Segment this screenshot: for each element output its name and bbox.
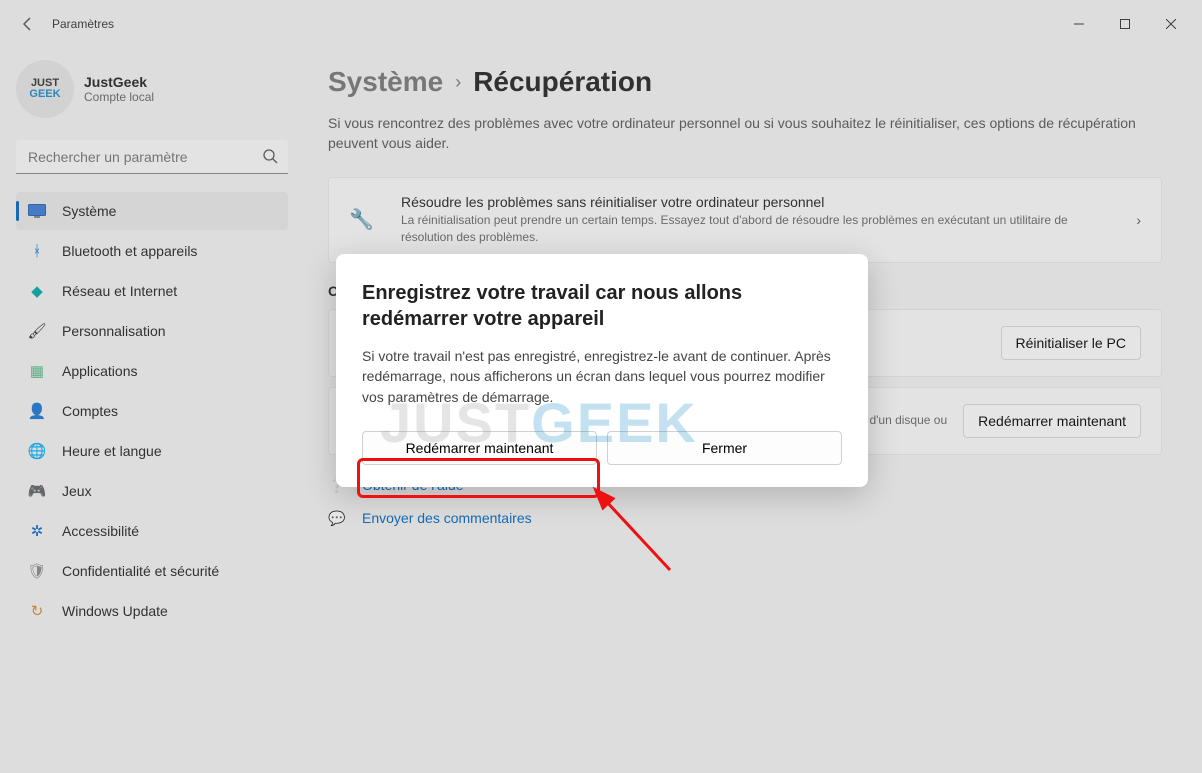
dialog-body: Si votre travail n'est pas enregistré, e…	[362, 346, 842, 407]
dialog-close-button[interactable]: Fermer	[607, 431, 842, 465]
dialog-title: Enregistrez votre travail car nous allon…	[362, 280, 842, 332]
dialog-restart-button[interactable]: Redémarrer maintenant	[362, 431, 597, 465]
restart-dialog: Enregistrez votre travail car nous allon…	[336, 254, 868, 487]
